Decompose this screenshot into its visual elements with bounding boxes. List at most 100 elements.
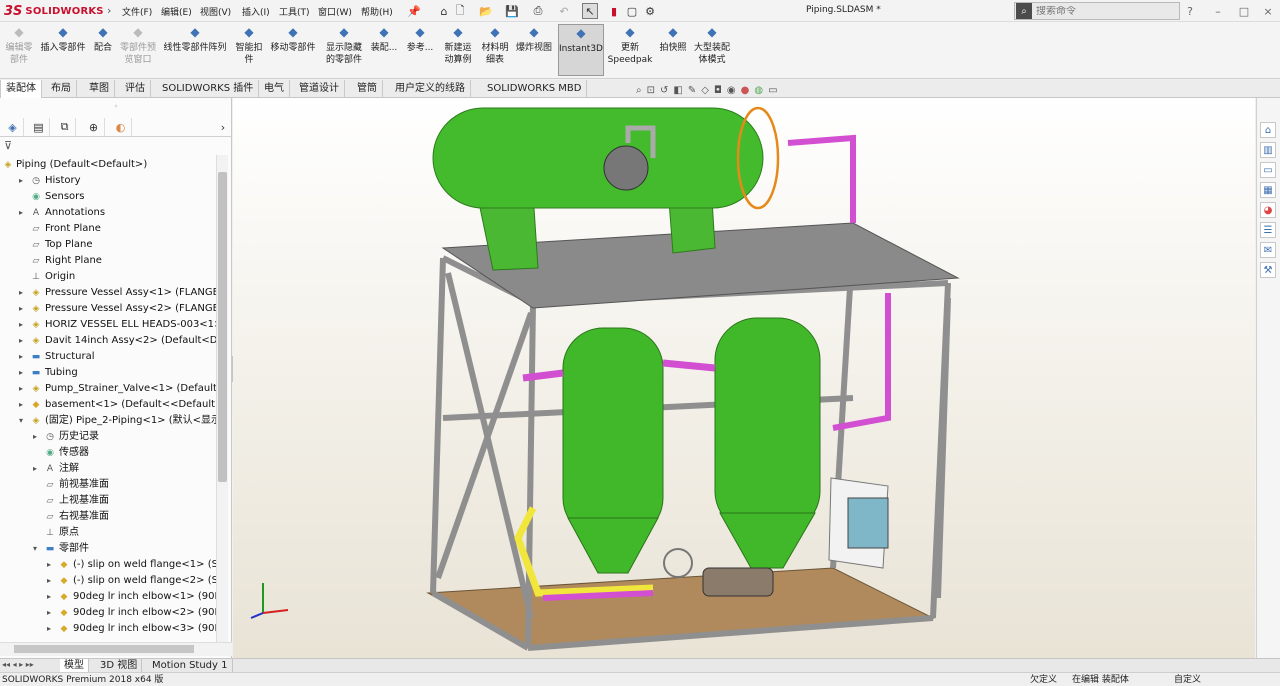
undo-icon[interactable]: ↶	[556, 3, 572, 19]
menu-edit[interactable]: 编辑(E)	[161, 5, 192, 18]
configuration-manager-tab-icon[interactable]: ⧉	[54, 118, 76, 136]
tree-item[interactable]: ▸ ◆ 90deg lr inch elbow<1> (90L LF	[0, 589, 216, 605]
tree-item[interactable]: ▸ A Annotations	[0, 205, 216, 221]
ribbon-button-9[interactable]: ◆ 参考...	[404, 24, 436, 76]
ribbon-button-1[interactable]: ◆ 插入零部件	[38, 24, 88, 76]
print-icon[interactable]: ⎙	[530, 3, 546, 19]
expand-arrow-icon[interactable]: ▸	[16, 349, 26, 365]
expand-arrow-icon[interactable]: ▸	[16, 333, 26, 349]
property-manager-tab-icon[interactable]: ▤	[28, 118, 50, 136]
custom-properties-icon[interactable]: ☰	[1260, 222, 1276, 238]
pin-icon[interactable]: 📌	[406, 3, 422, 19]
menu-tools[interactable]: 工具(T)	[279, 5, 310, 18]
expand-arrow-icon[interactable]: ▸	[16, 397, 26, 413]
ribbon-button-0[interactable]: ◆ 编辑零 部件	[2, 24, 36, 76]
tab-7[interactable]: 管筒	[352, 80, 383, 98]
select-pointer-icon[interactable]: ↖	[582, 3, 598, 19]
dimxpert-tab-icon[interactable]: ⊕	[83, 118, 105, 136]
expand-arrow-icon[interactable]: ▸	[44, 605, 54, 621]
expand-arrow-icon[interactable]: ▸	[44, 589, 54, 605]
solidworks-resources-icon[interactable]: ⌂	[1260, 122, 1276, 138]
tree-horizontal-thumb[interactable]	[14, 645, 194, 653]
tree-item[interactable]: ▸ ◆ basement<1> (Default<<Default>_Di	[0, 397, 216, 413]
dynamic-annotation-icon[interactable]: ✎	[688, 85, 696, 96]
display-style-icon[interactable]: ◘	[714, 85, 722, 96]
tab-1[interactable]: 布局	[46, 80, 77, 98]
tree-item[interactable]: ▸ ▬ Tubing	[0, 365, 216, 381]
new-document-icon[interactable]: 🗋	[452, 3, 468, 19]
expand-arrow-icon[interactable]: ▸	[44, 573, 54, 589]
display-manager-tab-icon[interactable]: ◐	[110, 118, 132, 136]
tree-item[interactable]: ▸ ◆ 90deg lr inch elbow<3> (90L LF	[0, 621, 216, 637]
ribbon-button-2[interactable]: ◆ 配合	[90, 24, 116, 76]
home-icon[interactable]: ⌂	[436, 3, 452, 19]
open-folder-icon[interactable]: 📂	[478, 3, 494, 19]
tree-item[interactable]: ▸ ◆ 90deg lr inch elbow<2> (90L LF	[0, 605, 216, 621]
tree-item[interactable]: ▱ Right Plane	[0, 253, 216, 269]
expand-arrow-icon[interactable]: ▸	[30, 429, 40, 445]
expand-arrow-icon[interactable]: ▸	[16, 381, 26, 397]
ribbon-button-10[interactable]: ◆ 新建运 动算例	[440, 24, 476, 76]
menu-file[interactable]: 文件(F)	[122, 5, 152, 18]
tree-item[interactable]: ▸ ◆ (-) slip on weld flange<2> (Slip	[0, 573, 216, 589]
tab-0[interactable]: 装配体	[0, 80, 42, 98]
tree-item[interactable]: ▸ ◈ Davit 14inch Assy<2> (Default<Defaul	[0, 333, 216, 349]
search-input[interactable]	[1036, 5, 1146, 17]
ribbon-button-6[interactable]: ◆ 移动零部件	[268, 24, 318, 76]
hide-show-items-icon[interactable]: ◉	[727, 85, 736, 96]
tab-9[interactable]: SOLIDWORKS MBD	[482, 80, 588, 98]
tree-item[interactable]: ▾ ◈ (固定) Pipe_2-Piping<1> (默认<显示状	[0, 413, 216, 429]
ribbon-button-3[interactable]: ◆ 零部件预 览窗口	[118, 24, 158, 76]
ribbon-button-15[interactable]: ◆ 拍快照	[656, 24, 690, 76]
tab-model[interactable]: 模型	[60, 659, 89, 673]
expand-arrow-icon[interactable]: ▸	[16, 205, 26, 221]
menu-help[interactable]: 帮助(H)	[361, 5, 393, 18]
tree-scroll-thumb[interactable]	[218, 172, 227, 482]
tree-item[interactable]: ▸ ◷ History	[0, 173, 216, 189]
ribbon-button-12[interactable]: ◆ 爆炸视图	[514, 24, 554, 76]
expand-arrow-icon[interactable]: ▸	[16, 285, 26, 301]
feature-tree-tab-icon[interactable]: ◈	[2, 118, 24, 136]
menu-expand-icon[interactable]: ›	[107, 4, 111, 17]
expand-arrow-icon[interactable]: ▸	[16, 365, 26, 381]
traffic-light-icon[interactable]: ▮	[606, 3, 622, 19]
expand-arrow-icon[interactable]: ▸	[30, 461, 40, 477]
options-square-icon[interactable]: ▢	[624, 3, 640, 19]
tab-8[interactable]: 用户定义的线路	[390, 80, 471, 98]
section-view-icon[interactable]: ◧	[673, 85, 682, 96]
ribbon-button-7[interactable]: ◆ 显示隐藏 的零部件	[322, 24, 366, 76]
view-orientation-icon[interactable]: ◇	[701, 85, 709, 96]
ribbon-button-11[interactable]: ◆ 材料明 细表	[478, 24, 512, 76]
menu-insert[interactable]: 插入(I)	[242, 5, 270, 18]
search-box[interactable]: ⌕	[1014, 2, 1180, 20]
tab-scroll-arrows-icon[interactable]: ◂◂ ◂ ▸ ▸▸	[2, 660, 34, 669]
tree-item[interactable]: ▸ ◆ (-) slip on weld flange<1> (Slip	[0, 557, 216, 573]
ribbon-button-14[interactable]: ◆ 更新 Speedpak	[608, 24, 653, 76]
tree-item[interactable]: ◈ Piping (Default<Default>)	[0, 157, 216, 173]
tree-item[interactable]: ▸ A 注解	[0, 461, 216, 477]
gear-icon[interactable]: ⚙	[642, 3, 658, 19]
tree-item[interactable]: ▸ ◈ Pump_Strainer_Valve<1> (Default<De	[0, 381, 216, 397]
status-units[interactable]: 自定义	[1174, 674, 1201, 686]
tree-item[interactable]: ⊥ Origin	[0, 269, 216, 285]
filter-icon[interactable]: ⊽	[4, 139, 12, 152]
expand-arrow-icon[interactable]: ▸	[16, 301, 26, 317]
tree-item[interactable]: ▸ ◈ Pressure Vessel Assy<1> (FLANGE CO	[0, 285, 216, 301]
expand-arrow-icon[interactable]: ▸	[44, 621, 54, 637]
expand-arrow-icon[interactable]: ▸	[44, 557, 54, 573]
toolbox-icon[interactable]: ⚒	[1260, 262, 1276, 278]
tree-item[interactable]: ▱ 右视基准面	[0, 509, 216, 525]
appearance-icon[interactable]: ●	[741, 85, 750, 96]
tree-item[interactable]: ▱ 前视基准面	[0, 477, 216, 493]
close-icon[interactable]: ×	[1260, 3, 1276, 19]
view-palette-icon[interactable]: ▦	[1260, 182, 1276, 198]
tree-item[interactable]: ◉ 传感器	[0, 445, 216, 461]
panel-collapse-handle[interactable]: ◦	[0, 100, 232, 114]
tree-item[interactable]: ▸ ◷ 历史记录	[0, 429, 216, 445]
collapse-arrow-icon[interactable]: ▾	[30, 541, 40, 557]
collapse-arrow-icon[interactable]: ▾	[16, 413, 26, 429]
tree-item[interactable]: ◉ Sensors	[0, 189, 216, 205]
chevron-right-icon[interactable]: ›	[212, 118, 234, 136]
tab-motion-study[interactable]: Motion Study 1	[148, 659, 233, 673]
scene-icon[interactable]: ◍	[754, 85, 763, 96]
